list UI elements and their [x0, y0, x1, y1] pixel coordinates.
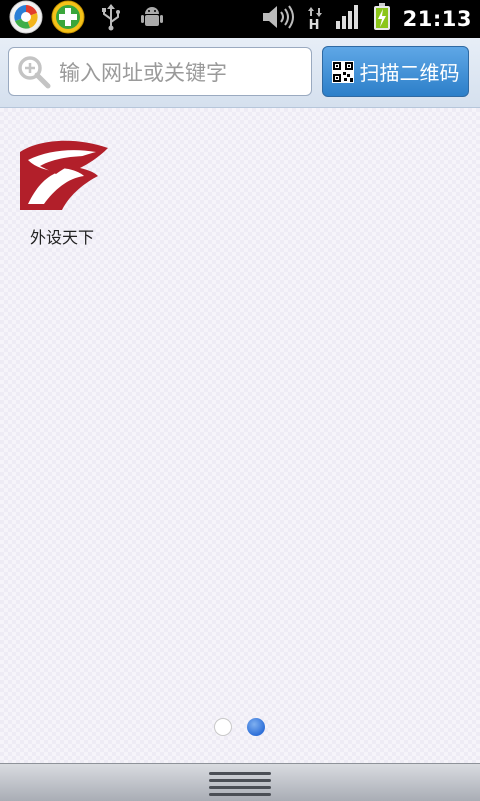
- search-placeholder: 输入网址或关键字: [59, 60, 227, 85]
- browser-app-icon[interactable]: [8, 0, 44, 39]
- app-shortcut-waishetianxia[interactable]: 外设天下: [16, 138, 110, 248]
- menu-handle-icon[interactable]: [209, 770, 271, 796]
- network-type-label: H: [308, 18, 320, 33]
- page-dot-2-active[interactable]: [247, 718, 265, 736]
- qr-code-icon: [331, 60, 354, 83]
- eagle-logo-icon: [20, 140, 108, 210]
- page-dot-1[interactable]: [214, 718, 232, 736]
- page-indicator: [0, 718, 480, 738]
- home-screen: 外设天下: [0, 108, 480, 763]
- signal-icon: [335, 3, 361, 35]
- status-bar: H 21:13: [0, 0, 480, 38]
- app-label: 外设天下: [29, 228, 94, 247]
- search-toolbar: 输入网址或关键字 扫描二维码: [0, 38, 480, 108]
- bottom-bar: [0, 763, 480, 801]
- search-input[interactable]: 输入网址或关键字: [8, 47, 312, 96]
- android-debug-icon: [140, 4, 164, 34]
- system-icons: H 21:13: [261, 0, 472, 38]
- notification-icons: [8, 0, 164, 39]
- plus-app-icon[interactable]: [50, 0, 86, 39]
- usb-icon: [100, 3, 122, 35]
- search-icon: [18, 55, 51, 88]
- scan-qr-button[interactable]: 扫描二维码: [322, 46, 469, 97]
- data-hsdpa-icon: H: [307, 4, 323, 34]
- battery-charging-icon: [373, 3, 391, 35]
- scan-qr-label: 扫描二维码: [359, 61, 460, 85]
- clock: 21:13: [402, 7, 472, 31]
- volume-icon: [261, 3, 295, 35]
